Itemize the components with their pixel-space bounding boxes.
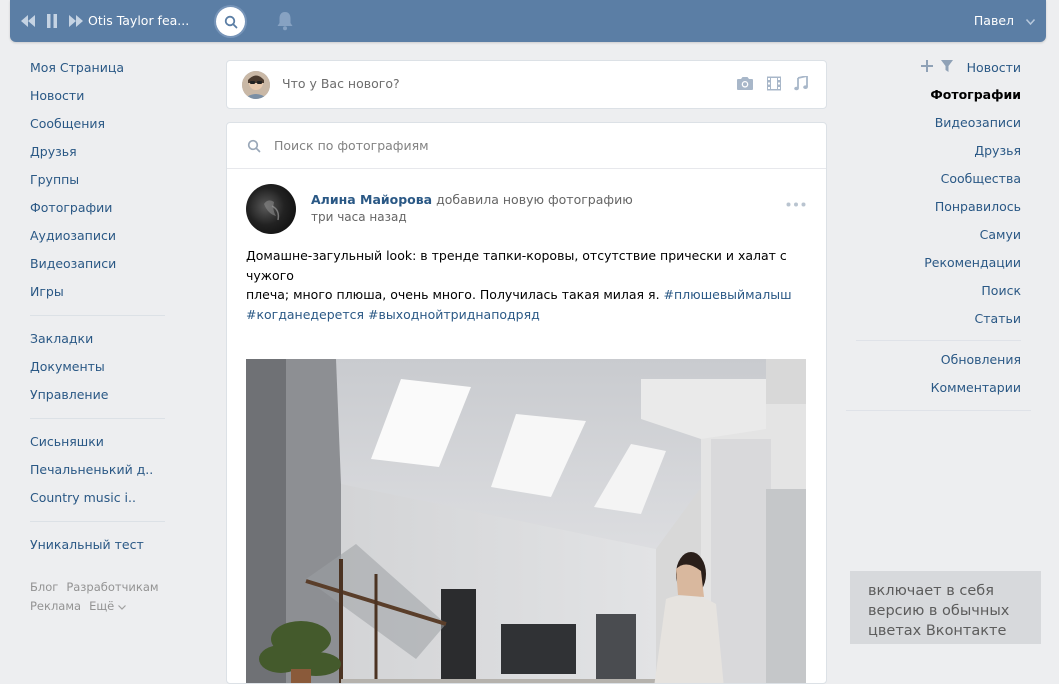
divider (30, 315, 165, 316)
divider (30, 418, 165, 419)
avatar[interactable] (242, 71, 270, 99)
prev-icon[interactable] (20, 13, 36, 29)
tab-recommendations[interactable]: Рекомендации (846, 250, 1031, 278)
user-menu[interactable]: Павел (973, 13, 1036, 28)
post-photo[interactable] (246, 359, 806, 683)
tab-articles[interactable]: Статьи (846, 306, 1031, 334)
tab-news[interactable]: Новости (967, 55, 1021, 81)
nav-group-link[interactable]: Сисьняшки (19, 428, 165, 456)
add-icon[interactable] (920, 55, 933, 81)
hashtag-link[interactable]: #выходнойтриднаподряд (368, 307, 540, 322)
top-header: Otis Taylor fea... Павел (10, 0, 1046, 42)
next-icon[interactable] (68, 13, 84, 29)
tab-news-row: Новости (846, 54, 1031, 82)
post-text-line: Домашне-загульный look: в тренде тапки-к… (246, 248, 787, 283)
pause-icon[interactable] (44, 13, 60, 29)
photo-search-input[interactable]: Поиск по фотографиям (274, 138, 429, 153)
filter-icon[interactable] (940, 55, 953, 81)
post-input-placeholder[interactable]: Что у Вас нового? (282, 76, 400, 91)
nav-friends[interactable]: Друзья (19, 138, 165, 166)
post-author-name[interactable]: Алина Майорова (311, 192, 432, 207)
caption-line: версию в обычных (868, 603, 1010, 619)
footer-links: Блог Разработчикам (19, 578, 165, 597)
footer-developers[interactable]: Разработчикам (66, 580, 158, 594)
track-title[interactable]: Otis Taylor fea... (88, 13, 188, 28)
post-author-line: Алина Майорова добавила новую фотографию (311, 192, 633, 207)
footer-more-label: Ещё (89, 599, 115, 613)
divider (856, 340, 1021, 341)
right-sidebar: Новости Фотографии Видеозаписи Друзья Со… (846, 54, 1031, 411)
nav-group-link[interactable]: Country music i.. (19, 484, 165, 512)
post-timestamp[interactable]: три часа назад (311, 210, 407, 224)
more-options-icon[interactable] (786, 195, 806, 210)
hashtag-link[interactable]: #плюшевыймалыш (664, 287, 792, 302)
photo-feed: Поиск по фотографиям Алина Майорова доба… (226, 122, 827, 684)
hashtag-link[interactable]: #когданедерется (246, 307, 364, 322)
footer-ads[interactable]: Реклама (30, 599, 81, 613)
tab-updates[interactable]: Обновления (846, 347, 1031, 375)
nav-video[interactable]: Видеозаписи (19, 250, 165, 278)
tab-search[interactable]: Поиск (846, 278, 1031, 306)
tab-videos[interactable]: Видеозаписи (846, 110, 1031, 138)
attachment-icons (736, 74, 808, 94)
nav-audio[interactable]: Аудиозаписи (19, 222, 165, 250)
nav-messages[interactable]: Сообщения (19, 110, 165, 138)
nav-photos[interactable]: Фотографии (19, 194, 165, 222)
caption-line: включает в себя (868, 583, 994, 599)
chevron-down-icon (1025, 13, 1036, 28)
tab-communities[interactable]: Сообщества (846, 166, 1031, 194)
caption-box: включает в себя версию в обычных цветах … (850, 571, 1041, 644)
nav-manage[interactable]: Управление (19, 381, 165, 409)
music-icon[interactable] (794, 74, 808, 94)
tab-friends[interactable]: Друзья (846, 138, 1031, 166)
divider (30, 521, 165, 522)
camera-icon[interactable] (736, 76, 754, 94)
audio-player-controls (20, 13, 84, 29)
nav-my-page[interactable]: Моя Страница (19, 54, 165, 82)
footer-more[interactable]: Ещё (89, 599, 127, 613)
photo-search-bar[interactable]: Поиск по фотографиям (227, 123, 826, 169)
nav-app-link[interactable]: Уникальный тест (19, 531, 165, 559)
new-post-box[interactable]: Что у Вас нового? (226, 60, 827, 109)
tab-samui[interactable]: Самуи (846, 222, 1031, 250)
video-icon[interactable] (766, 76, 782, 94)
post-text-line: плеча; много плюша, очень много. Получил… (246, 287, 660, 302)
avatar[interactable] (246, 184, 296, 234)
tab-photos[interactable]: Фотографии (846, 82, 1031, 110)
nav-group-link[interactable]: Печальненький д.. (19, 456, 165, 484)
footer-links: Реклама Ещё (19, 597, 165, 616)
chevron-down-icon (118, 605, 127, 610)
search-icon[interactable] (216, 7, 245, 36)
post-action-text: добавила новую фотографию (436, 192, 633, 207)
left-sidebar: Моя Страница Новости Сообщения Друзья Гр… (19, 54, 165, 616)
footer-blog[interactable]: Блог (30, 580, 58, 594)
tab-comments[interactable]: Комментарии (846, 375, 1031, 403)
nav-documents[interactable]: Документы (19, 353, 165, 381)
user-name: Павел (973, 13, 1014, 28)
bell-icon[interactable] (276, 11, 294, 34)
caption-line: цветах Вконтакте (868, 623, 1007, 639)
nav-games[interactable]: Игры (19, 278, 165, 306)
search-icon (247, 139, 261, 156)
nav-news[interactable]: Новости (19, 82, 165, 110)
nav-groups[interactable]: Группы (19, 166, 165, 194)
tab-liked[interactable]: Понравилось (846, 194, 1031, 222)
nav-bookmarks[interactable]: Закладки (19, 325, 165, 353)
post-text: Домашне-загульный look: в тренде тапки-к… (246, 246, 806, 324)
